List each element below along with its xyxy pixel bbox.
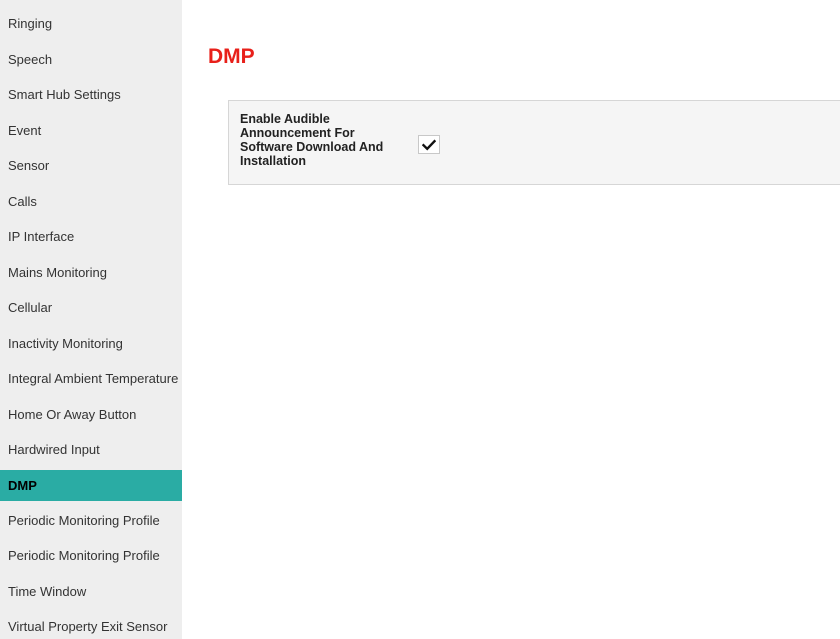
sidebar-item-inactivity-monitoring[interactable]: Inactivity Monitoring bbox=[0, 326, 182, 362]
checkmark-icon bbox=[422, 139, 436, 151]
sidebar-item-cellular[interactable]: Cellular bbox=[0, 290, 182, 326]
setting-label: Enable Audible Announcement For Software… bbox=[240, 112, 384, 168]
audible-announcement-checkbox[interactable] bbox=[418, 135, 440, 154]
sidebar-item-periodic-monitoring-profile-1[interactable]: Periodic Monitoring Profile bbox=[0, 503, 182, 539]
sidebar-item-mains-monitoring[interactable]: Mains Monitoring bbox=[0, 255, 182, 291]
sidebar-item-ringing[interactable]: Ringing bbox=[0, 6, 182, 42]
sidebar-item-dmp[interactable]: DMP bbox=[0, 469, 182, 501]
sidebar-item-calls[interactable]: Calls bbox=[0, 184, 182, 220]
sidebar-list: Ringing Speech Smart Hub Settings Event … bbox=[0, 6, 182, 639]
sidebar-item-home-or-away-button[interactable]: Home Or Away Button bbox=[0, 397, 182, 433]
sidebar-item-hardwired-input[interactable]: Hardwired Input bbox=[0, 432, 182, 468]
app-window: Ringing Speech Smart Hub Settings Event … bbox=[0, 0, 840, 639]
setting-panel: Enable Audible Announcement For Software… bbox=[228, 100, 840, 185]
sidebar-item-time-window[interactable]: Time Window bbox=[0, 574, 182, 610]
main-content: DMP Enable Audible Announcement For Soft… bbox=[182, 0, 840, 639]
sidebar: Ringing Speech Smart Hub Settings Event … bbox=[0, 0, 182, 639]
sidebar-item-speech[interactable]: Speech bbox=[0, 42, 182, 78]
sidebar-item-virtual-property-exit-sensor[interactable]: Virtual Property Exit Sensor bbox=[0, 609, 182, 639]
sidebar-item-smart-hub-settings[interactable]: Smart Hub Settings bbox=[0, 77, 182, 113]
sidebar-item-sensor[interactable]: Sensor bbox=[0, 148, 182, 184]
sidebar-item-event[interactable]: Event bbox=[0, 113, 182, 149]
page-title: DMP bbox=[208, 45, 255, 68]
sidebar-item-periodic-monitoring-profile-2[interactable]: Periodic Monitoring Profile bbox=[0, 538, 182, 574]
sidebar-item-ip-interface[interactable]: IP Interface bbox=[0, 219, 182, 255]
sidebar-item-integral-ambient-temperature[interactable]: Integral Ambient Temperature bbox=[0, 361, 182, 397]
